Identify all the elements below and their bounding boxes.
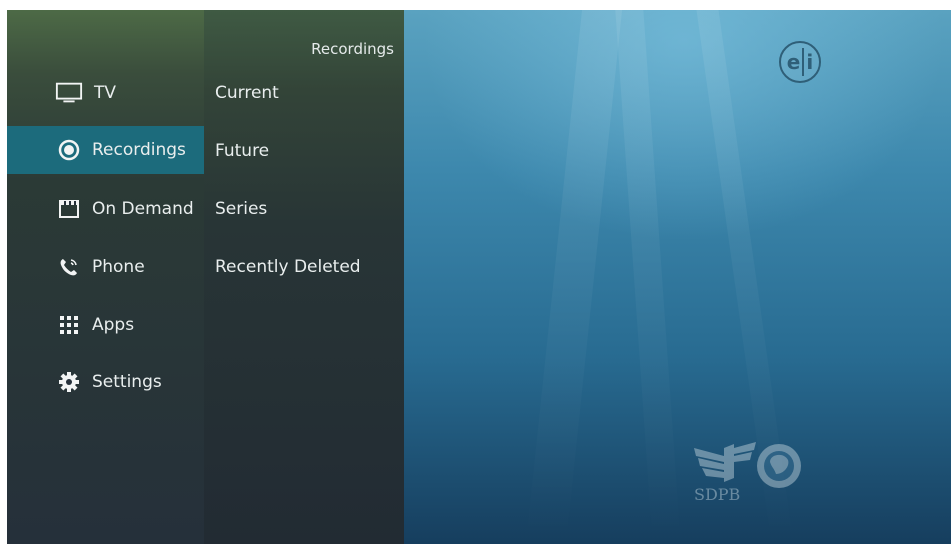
live-video-preview[interactable]: ei SDPB	[404, 10, 951, 544]
tv-screen: TV Recordings On Demand Phone Apps Setti…	[7, 10, 951, 544]
light-ray	[525, 10, 623, 544]
submenu-title: Recordings	[311, 40, 394, 58]
menu-item-label: Apps	[92, 315, 135, 335]
menu-item-label: On Demand	[92, 199, 194, 219]
recordings-submenu: Recordings Current Future Series Recentl…	[204, 10, 404, 544]
light-ray	[615, 10, 681, 544]
submenu-item-series[interactable]: Series	[215, 199, 267, 219]
clapperboard-icon	[55, 195, 83, 223]
menu-item-label: Recordings	[92, 140, 186, 160]
submenu-item-current[interactable]: Current	[215, 83, 279, 103]
menu-item-settings[interactable]: Settings	[7, 358, 204, 406]
menu-item-on-demand[interactable]: On Demand	[7, 185, 204, 233]
menu-item-tv[interactable]: TV	[7, 69, 204, 117]
phone-icon	[55, 253, 83, 281]
sdpb-wordmark: SDPB	[694, 485, 740, 504]
menu-item-recordings[interactable]: Recordings	[7, 126, 204, 174]
apps-grid-icon	[55, 311, 83, 339]
tv-icon	[55, 79, 83, 107]
submenu-item-recently-deleted[interactable]: Recently Deleted	[215, 257, 361, 277]
sdpb-channel-logo: SDPB	[684, 438, 814, 508]
main-menu: TV Recordings On Demand Phone Apps Setti…	[7, 10, 204, 544]
record-icon	[55, 136, 83, 164]
menu-item-apps[interactable]: Apps	[7, 301, 204, 349]
menu-item-label: Phone	[92, 257, 145, 277]
gear-icon	[55, 368, 83, 396]
ei-badge-icon: ei	[779, 41, 821, 83]
submenu-item-future[interactable]: Future	[215, 141, 269, 161]
menu-item-label: Settings	[92, 372, 162, 392]
menu-item-label: TV	[94, 83, 117, 103]
menu-item-phone[interactable]: Phone	[7, 243, 204, 291]
